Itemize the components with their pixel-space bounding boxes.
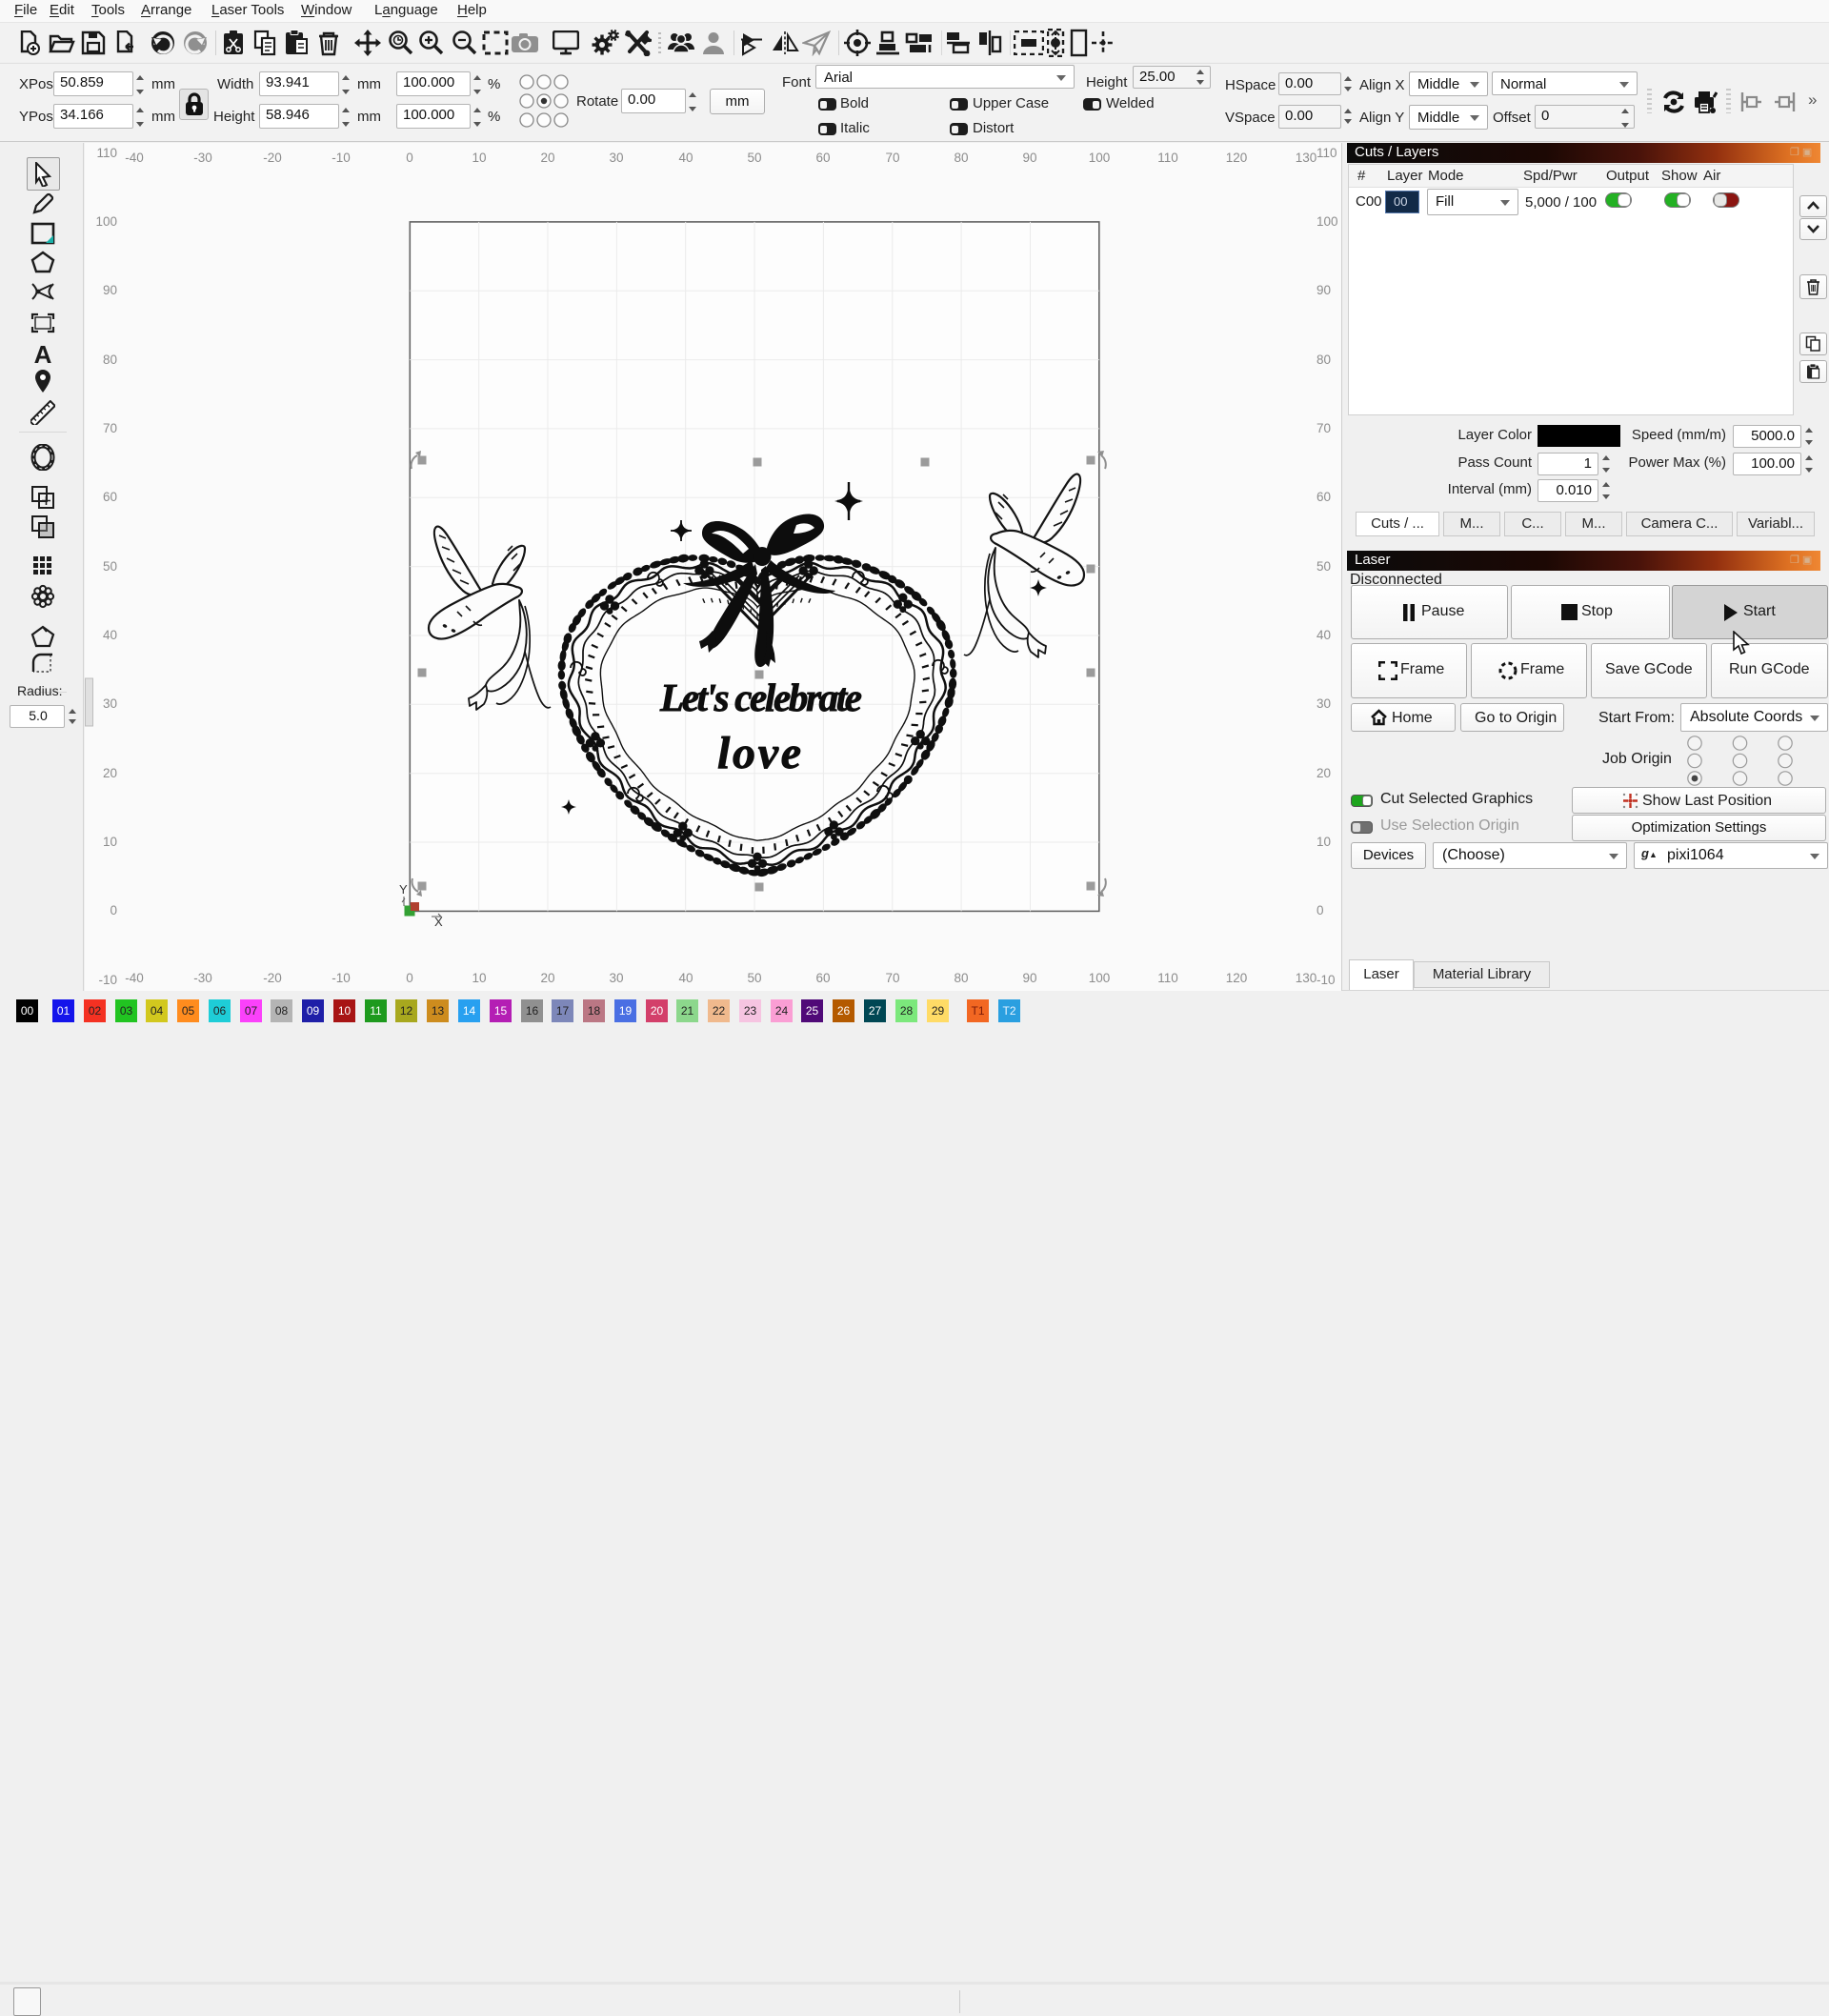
svg-text:120: 120 (1226, 971, 1248, 985)
svg-text:-10: -10 (332, 151, 351, 165)
svg-text:A: A (34, 343, 52, 366)
svg-text:100: 100 (1089, 971, 1111, 985)
svg-text:40: 40 (1316, 628, 1331, 642)
svg-text:70: 70 (103, 421, 117, 435)
svg-text:-40: -40 (125, 151, 144, 165)
svg-text:60: 60 (815, 971, 830, 985)
svg-text:50: 50 (747, 971, 761, 985)
svg-text:20: 20 (103, 766, 117, 780)
svg-text:Y: Y (399, 882, 408, 897)
svg-text:130: 130 (1296, 971, 1317, 985)
svg-text:90: 90 (1022, 151, 1036, 165)
svg-text:-20: -20 (263, 971, 282, 985)
svg-text:10: 10 (472, 971, 486, 985)
svg-text:-20: -20 (263, 151, 282, 165)
svg-text:10: 10 (472, 151, 486, 165)
svg-text:110: 110 (1157, 971, 1178, 985)
svg-text:60: 60 (103, 490, 117, 504)
svg-text:-10: -10 (98, 973, 117, 987)
svg-text:60: 60 (1316, 490, 1331, 504)
svg-text:30: 30 (1316, 696, 1331, 711)
svg-text:80: 80 (954, 151, 968, 165)
svg-text:30: 30 (103, 696, 117, 711)
svg-text:110: 110 (96, 146, 117, 160)
svg-text:20: 20 (1316, 766, 1331, 780)
svg-text:30: 30 (609, 971, 623, 985)
svg-text:30: 30 (609, 151, 623, 165)
svg-text:50: 50 (747, 151, 761, 165)
svg-text:-40: -40 (125, 971, 144, 985)
svg-text:0: 0 (406, 971, 413, 985)
svg-text:90: 90 (1022, 971, 1036, 985)
svg-text:60: 60 (815, 151, 830, 165)
svg-text:80: 80 (1316, 353, 1331, 367)
svg-text:20: 20 (540, 151, 554, 165)
svg-text:40: 40 (678, 971, 693, 985)
svg-text:120: 120 (1226, 151, 1248, 165)
svg-text:100: 100 (1089, 151, 1111, 165)
svg-text:100: 100 (1316, 214, 1338, 229)
svg-text:0: 0 (110, 903, 117, 917)
svg-text:love: love (717, 728, 801, 778)
svg-text:90: 90 (103, 283, 117, 297)
svg-text:50: 50 (1316, 559, 1331, 574)
svg-text:Let's celebrate: Let's celebrate (659, 675, 862, 719)
svg-text:90: 90 (1316, 283, 1331, 297)
svg-text:10: 10 (103, 835, 117, 849)
svg-text:0: 0 (406, 151, 413, 165)
svg-text:80: 80 (954, 971, 968, 985)
svg-text:100: 100 (95, 214, 117, 229)
svg-text:40: 40 (103, 628, 117, 642)
svg-text:0: 0 (1316, 903, 1324, 917)
svg-text:110: 110 (1157, 151, 1178, 165)
svg-text:-10: -10 (332, 971, 351, 985)
svg-text:130: 130 (1296, 151, 1317, 165)
svg-text:-30: -30 (193, 151, 212, 165)
svg-text:20: 20 (540, 971, 554, 985)
svg-text:-30: -30 (193, 971, 212, 985)
svg-text:50: 50 (103, 559, 117, 574)
svg-text:80: 80 (103, 353, 117, 367)
svg-text:70: 70 (885, 151, 899, 165)
svg-text:10: 10 (1316, 835, 1331, 849)
svg-text:70: 70 (885, 971, 899, 985)
svg-text:70: 70 (1316, 421, 1331, 435)
svg-text:40: 40 (678, 151, 693, 165)
svg-text:-10: -10 (1316, 973, 1336, 987)
svg-text:110: 110 (1316, 146, 1337, 160)
